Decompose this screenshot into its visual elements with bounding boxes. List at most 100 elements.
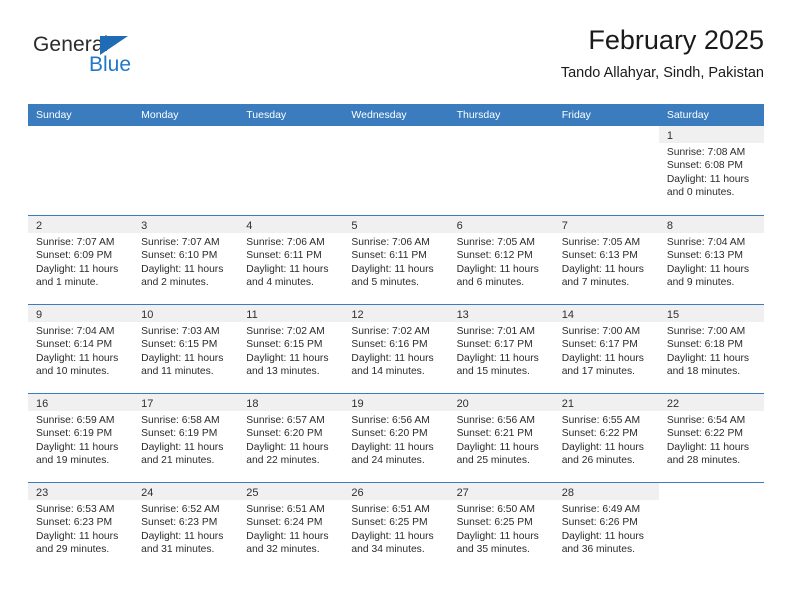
day-details: Sunrise: 6:53 AM Sunset: 6:23 PM Daylight:… — [28, 500, 133, 557]
daylight-text: Daylight: 11 hours and 24 minutes. — [351, 441, 434, 467]
calendar-day-cell[interactable]: 1 Sunrise: 7:08 AM Sunset: 6:08 PM Daylight… — [658, 126, 764, 215]
day-details: Sunrise: 6:49 AM Sunset: 6:26 PM Daylight:… — [554, 500, 659, 557]
day-details: Sunrise: 7:00 AM Sunset: 6:18 PM Daylight:… — [659, 322, 764, 379]
calendar-day-cell[interactable]: 8 Sunrise: 7:04 AM Sunset: 6:13 PM Daylight… — [658, 216, 764, 304]
day-number: 9 — [36, 309, 43, 321]
day-number: 18 — [246, 398, 259, 410]
weekday-header-sunday: Sunday — [36, 109, 72, 121]
sunrise-text: Sunrise: 7:05 AM — [561, 237, 641, 248]
calendar-day-cell[interactable]: 17 Sunrise: 6:58 AM Sunset: 6:19 PM Dayligh… — [133, 394, 239, 482]
sunrise-text: Sunrise: 7:03 AM — [141, 326, 220, 337]
sunset-text: Sunset: 6:17 PM — [456, 339, 533, 351]
sunset-text: Sunset: 6:20 PM — [246, 428, 323, 440]
calendar-day-cell[interactable]: 13 Sunrise: 7:01 AM Sunset: 6:17 PM Dayligh… — [448, 305, 554, 393]
daylight-text: Daylight: 11 hours and 29 minutes. — [36, 530, 119, 556]
daylight-text: Daylight: 11 hours and 31 minutes. — [141, 530, 224, 556]
calendar-day-cell[interactable]: 23 Sunrise: 6:53 AM Sunset: 6:23 PM Dayligh… — [28, 483, 134, 571]
calendar-day-cell[interactable]: 20 Sunrise: 6:56 AM Sunset: 6:21 PM Dayligh… — [448, 394, 554, 482]
masthead: General Blue February 2025 Tando Allahya… — [28, 25, 764, 98]
day-number: 20 — [456, 398, 469, 410]
daylight-text: Daylight: 11 hours and 2 minutes. — [141, 263, 224, 289]
calendar-day-cell[interactable]: 6 Sunrise: 7:05 AM Sunset: 6:12 PM Daylight… — [448, 216, 554, 304]
calendar-day-cell[interactable]: 22 Sunrise: 6:54 AM Sunset: 6:22 PM Dayligh… — [658, 394, 764, 482]
weekday-header-row: Sunday Monday Tuesday Wednesday Thursday… — [28, 104, 764, 126]
daylight-text: Daylight: 11 hours and 14 minutes. — [351, 352, 434, 378]
sunset-text: Sunset: 6:18 PM — [666, 339, 743, 351]
day-number-band: 22 — [658, 394, 764, 411]
calendar-day-cell[interactable]: 12 Sunrise: 7:02 AM Sunset: 6:16 PM Dayligh… — [343, 305, 449, 393]
day-details: Sunrise: 7:07 AM Sunset: 6:09 PM Daylight:… — [28, 233, 133, 290]
day-number: 17 — [141, 398, 154, 410]
day-number: 22 — [666, 398, 680, 410]
sunrise-text: Sunrise: 7:04 AM — [666, 237, 746, 248]
calendar-day-cell[interactable]: 21 Sunrise: 6:55 AM Sunset: 6:22 PM Dayligh… — [553, 394, 659, 482]
sunset-text: Sunset: 6:22 PM — [666, 428, 743, 440]
day-number-band: 6 — [448, 216, 554, 233]
day-details: Sunrise: 7:02 AM Sunset: 6:15 PM Daylight:… — [238, 322, 343, 379]
daylight-text: Daylight: 11 hours and 19 minutes. — [36, 441, 119, 467]
calendar-week-row: 2 Sunrise: 7:07 AM Sunset: 6:09 PM Daylight… — [28, 215, 764, 304]
day-number: 6 — [456, 220, 463, 232]
day-details: Sunrise: 6:56 AM Sunset: 6:20 PM Daylight:… — [343, 411, 448, 468]
sunset-text: Sunset: 6:17 PM — [561, 339, 638, 351]
calendar-day-cell[interactable]: 18 Sunrise: 6:57 AM Sunset: 6:20 PM Dayligh… — [238, 394, 344, 482]
day-number: 21 — [561, 398, 574, 410]
weekday-header-thursday: Thursday — [456, 109, 501, 121]
day-number-band — [343, 126, 449, 143]
day-number: 12 — [351, 309, 364, 321]
calendar-day-cell[interactable]: 24 Sunrise: 6:52 AM Sunset: 6:23 PM Dayligh… — [133, 483, 239, 571]
calendar-day-cell[interactable]: 15 Sunrise: 7:00 AM Sunset: 6:18 PM Dayligh… — [658, 305, 764, 393]
calendar-day-cell[interactable]: 9 Sunrise: 7:04 AM Sunset: 6:14 PM Daylight… — [28, 305, 134, 393]
calendar-day-cell-empty — [553, 126, 659, 215]
general-blue-logo[interactable]: General Blue — [28, 34, 228, 90]
day-number-band — [28, 126, 134, 143]
calendar-page: General Blue February 2025 Tando Allahya… — [0, 0, 792, 612]
daylight-text: Daylight: 11 hours and 36 minutes. — [561, 530, 644, 556]
day-number-band — [553, 126, 659, 143]
day-details: Sunrise: 7:04 AM Sunset: 6:14 PM Daylight:… — [28, 322, 133, 379]
day-number: 1 — [666, 130, 673, 142]
calendar-day-cell[interactable]: 11 Sunrise: 7:02 AM Sunset: 6:15 PM Dayligh… — [238, 305, 344, 393]
calendar-day-cell[interactable]: 3 Sunrise: 7:07 AM Sunset: 6:10 PM Daylight… — [133, 216, 239, 304]
sunset-text: Sunset: 6:13 PM — [561, 250, 638, 262]
calendar-day-cell[interactable]: 5 Sunrise: 7:06 AM Sunset: 6:11 PM Daylight… — [343, 216, 449, 304]
day-details: Sunrise: 6:58 AM Sunset: 6:19 PM Daylight:… — [133, 411, 238, 468]
calendar-day-cell[interactable]: 27 Sunrise: 6:50 AM Sunset: 6:25 PM Dayligh… — [448, 483, 554, 571]
calendar-day-cell-empty — [133, 126, 239, 215]
sunset-text: Sunset: 6:15 PM — [141, 339, 218, 351]
day-number-band: 11 — [238, 305, 344, 322]
calendar-weeks: 1 Sunrise: 7:08 AM Sunset: 6:08 PM Daylight… — [28, 126, 764, 571]
day-number-band: 21 — [553, 394, 659, 411]
calendar-week-row: 1 Sunrise: 7:08 AM Sunset: 6:08 PM Daylight… — [28, 126, 764, 215]
day-number-band — [448, 126, 554, 143]
sunrise-text: Sunrise: 7:07 AM — [141, 237, 220, 248]
calendar-day-cell[interactable]: 26 Sunrise: 6:51 AM Sunset: 6:25 PM Dayligh… — [343, 483, 449, 571]
sunrise-text: Sunrise: 6:56 AM — [456, 415, 535, 426]
calendar-day-cell[interactable]: 2 Sunrise: 7:07 AM Sunset: 6:09 PM Daylight… — [28, 216, 134, 304]
sunrise-text: Sunrise: 6:55 AM — [561, 415, 641, 426]
calendar-day-cell[interactable]: 7 Sunrise: 7:05 AM Sunset: 6:13 PM Daylight… — [553, 216, 659, 304]
daylight-text: Daylight: 11 hours and 15 minutes. — [456, 352, 539, 378]
sunrise-text: Sunrise: 6:58 AM — [141, 415, 220, 426]
daylight-text: Daylight: 11 hours and 13 minutes. — [246, 352, 329, 378]
sunset-text: Sunset: 6:23 PM — [36, 517, 113, 529]
calendar-week-row: 16 Sunrise: 6:59 AM Sunset: 6:19 PM Dayligh… — [28, 393, 764, 482]
day-details: Sunrise: 7:05 AM Sunset: 6:13 PM Daylight:… — [554, 233, 659, 290]
day-number-band: 13 — [448, 305, 554, 322]
calendar-day-cell[interactable]: 28 Sunrise: 6:49 AM Sunset: 6:26 PM Dayligh… — [553, 483, 659, 571]
calendar-day-cell[interactable]: 14 Sunrise: 7:00 AM Sunset: 6:17 PM Dayligh… — [553, 305, 659, 393]
day-number: 14 — [561, 309, 574, 321]
calendar-day-cell[interactable]: 16 Sunrise: 6:59 AM Sunset: 6:19 PM Dayligh… — [28, 394, 134, 482]
day-details: Sunrise: 6:56 AM Sunset: 6:21 PM Daylight:… — [449, 411, 554, 468]
day-number-band: 18 — [238, 394, 344, 411]
sunset-text: Sunset: 6:19 PM — [36, 428, 113, 440]
calendar-day-cell[interactable]: 25 Sunrise: 6:51 AM Sunset: 6:24 PM Dayligh… — [238, 483, 344, 571]
daylight-text: Daylight: 11 hours and 18 minutes. — [666, 352, 750, 378]
calendar-day-cell[interactable]: 4 Sunrise: 7:06 AM Sunset: 6:11 PM Daylight… — [238, 216, 344, 304]
daylight-text: Daylight: 11 hours and 32 minutes. — [246, 530, 329, 556]
day-number: 8 — [666, 220, 673, 232]
calendar-day-cell[interactable]: 19 Sunrise: 6:56 AM Sunset: 6:20 PM Dayligh… — [343, 394, 449, 482]
calendar-day-cell[interactable]: 10 Sunrise: 7:03 AM Sunset: 6:15 PM Dayligh… — [133, 305, 239, 393]
sunrise-text: Sunrise: 7:04 AM — [36, 326, 115, 337]
sunset-text: Sunset: 6:21 PM — [456, 428, 533, 440]
